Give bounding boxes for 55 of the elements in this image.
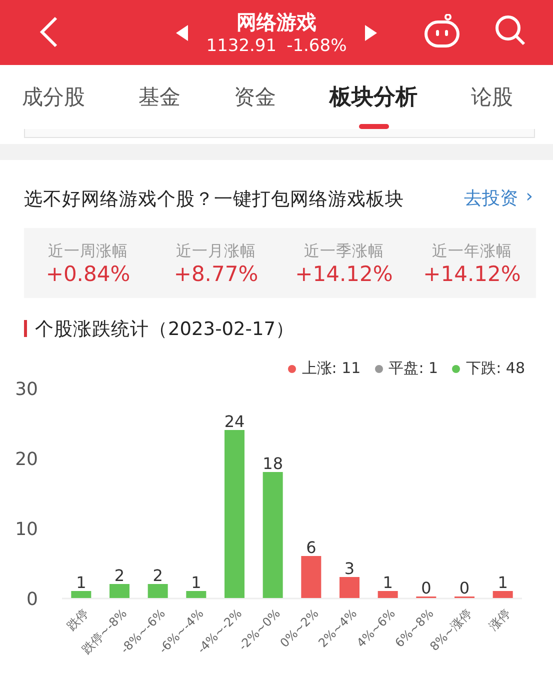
bar xyxy=(378,591,398,598)
previous-icon[interactable] xyxy=(176,24,188,40)
bar-value: 2 xyxy=(152,566,163,585)
stat-value: +8.77% xyxy=(174,262,258,286)
bar-value: 0 xyxy=(459,578,470,598)
stat-label: 近一月涨幅 xyxy=(176,240,256,262)
bar xyxy=(110,584,130,598)
bar-value: 2 xyxy=(114,566,125,585)
axis-tick-label: 30 xyxy=(15,379,38,400)
tab-indicator xyxy=(358,124,388,129)
robot-icon[interactable] xyxy=(424,14,460,48)
sector-title: 网络游戏 xyxy=(236,8,316,34)
bar-value: 6 xyxy=(306,538,316,557)
index-change: -1.68% xyxy=(286,34,347,56)
index-price: 1132.91 xyxy=(206,34,277,56)
bar-value: 1 xyxy=(191,573,202,592)
tab[interactable]: 论股 xyxy=(471,65,513,129)
tab[interactable]: 基金 xyxy=(138,65,180,129)
axis-tick-label: 20 xyxy=(15,449,38,470)
bar-value: 3 xyxy=(344,559,355,578)
bar xyxy=(492,591,513,598)
promo-text: 选不好网络游戏个股？一键打包网络游戏板块 xyxy=(24,188,405,210)
legend-label: 下跌: 48 xyxy=(466,359,525,378)
axis-tick-label: 0 xyxy=(26,589,38,610)
stat-label: 近一周涨幅 xyxy=(48,240,128,262)
stat-label: 近一年涨幅 xyxy=(432,240,512,262)
bar xyxy=(301,556,322,598)
axis-tick-label: 10 xyxy=(15,519,38,540)
bar xyxy=(186,591,206,598)
stat-label: 近一季涨幅 xyxy=(304,240,384,262)
stat-value: +14.12% xyxy=(423,262,521,286)
bar-value: 18 xyxy=(262,454,284,473)
search-icon[interactable] xyxy=(494,14,526,46)
tab[interactable]: 板块分析 xyxy=(330,65,418,129)
next-icon[interactable] xyxy=(364,24,377,40)
back-icon[interactable] xyxy=(38,16,60,48)
stat-value: +0.84% xyxy=(46,262,130,286)
axis-category-label: 涨停 xyxy=(486,606,513,634)
bar xyxy=(340,577,360,598)
bar-value: 1 xyxy=(498,573,508,592)
bar-value: 0 xyxy=(421,578,432,598)
axis-category-label: 跌停 xyxy=(64,606,92,634)
bar xyxy=(71,591,92,598)
legend-label: 平盘: 1 xyxy=(388,359,438,378)
bar-value: 1 xyxy=(382,573,393,592)
section-title: 个股涨跌统计（2023-02-17） xyxy=(35,318,295,341)
bar-value: 24 xyxy=(224,412,245,431)
tab[interactable]: 资金 xyxy=(234,65,276,129)
invest-link[interactable]: 去投资 › xyxy=(464,186,533,210)
tab[interactable]: 成分股 xyxy=(22,65,85,129)
bar-value: 1 xyxy=(76,573,86,592)
section-marker xyxy=(24,320,27,337)
stat-value: +14.12% xyxy=(295,262,393,286)
legend-label: 上涨: 11 xyxy=(302,359,361,378)
bar xyxy=(148,584,168,598)
